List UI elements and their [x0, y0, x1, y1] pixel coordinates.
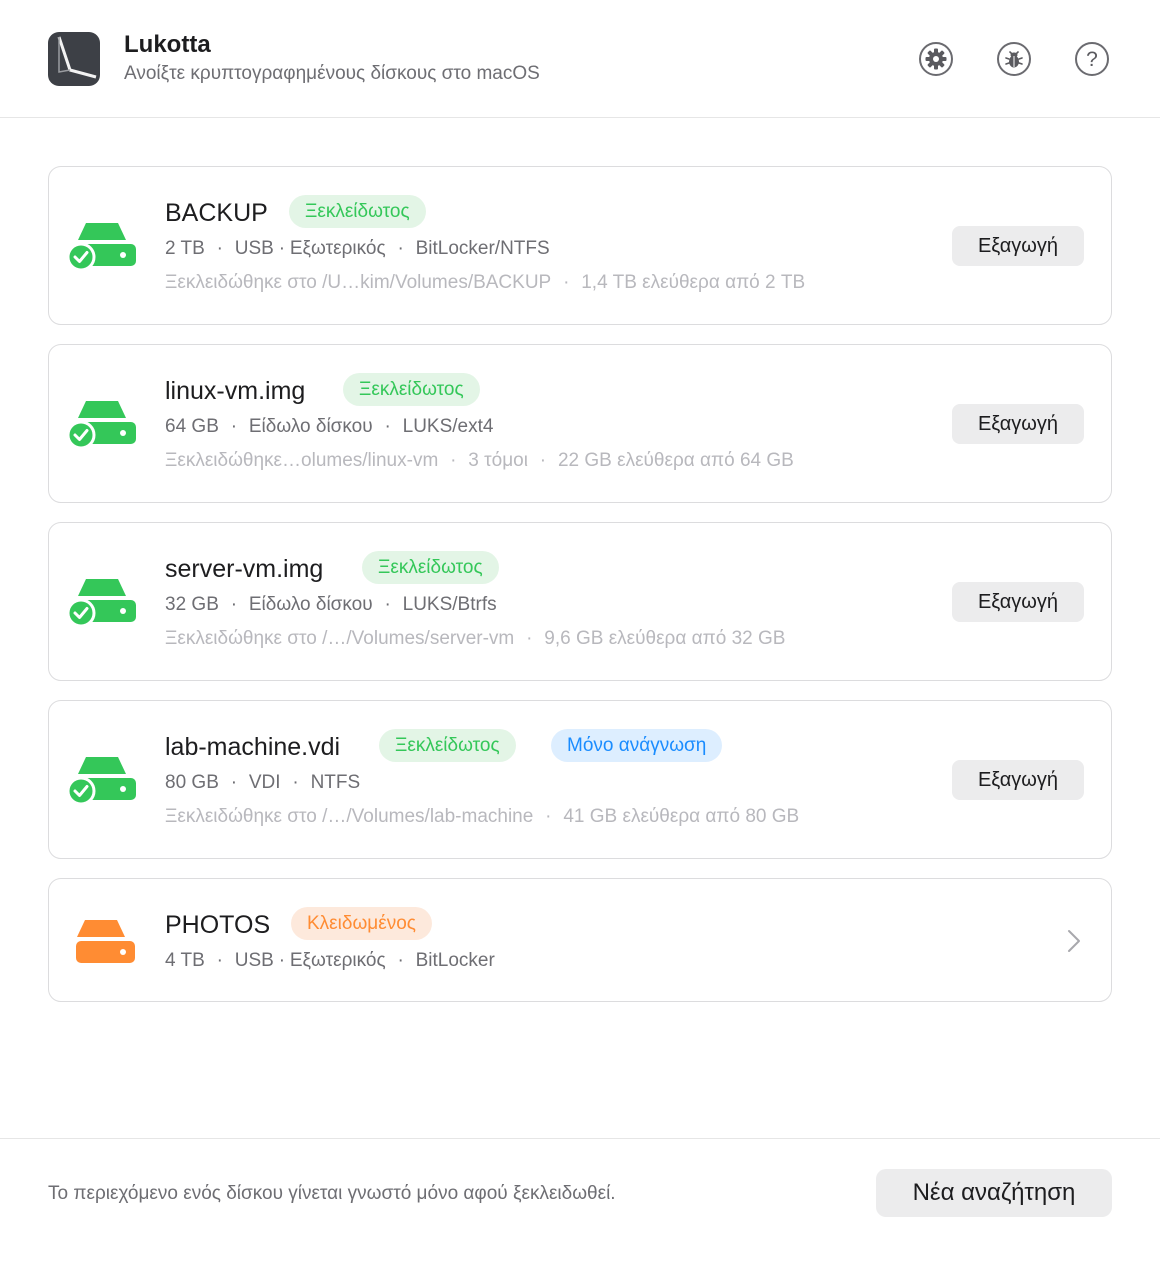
help-button[interactable]: ?: [1075, 42, 1109, 76]
help-icon: ?: [1086, 47, 1098, 71]
free-space: 41 GB ελεύθερα από 80 GB: [563, 806, 800, 827]
drive-unlocked-icon: [66, 223, 136, 272]
status-badge: Ξεκλείδωτος: [289, 195, 426, 228]
mount-path: Ξεκλειδώθηκε στο /…/Volumes/server-vm: [165, 628, 515, 649]
drive-type: Είδωλο δίσκου: [248, 594, 373, 615]
drive-size: 80 GB: [165, 772, 219, 793]
drive-connection: USB: [234, 950, 274, 971]
report-bug-button[interactable]: [997, 42, 1031, 76]
volume-count: 3 τόμοι: [468, 450, 528, 471]
mount-path: Ξεκλειδώθηκε στο /…/Volumes/lab-machine: [165, 806, 534, 827]
chevron-right-icon[interactable]: [1067, 929, 1081, 953]
drive-location: Εξωτερικός: [289, 238, 386, 259]
free-space: 9,6 GB ελεύθερα από 32 GB: [544, 628, 786, 649]
drive-mount-info: Ξεκλειδώθηκε στο /…/Volumes/lab-machine ·…: [165, 806, 800, 827]
drive-format: BitLocker: [415, 950, 495, 971]
drive-mount-info: Ξεκλειδώθηκε…olumes/linux-vm · 3 τόμοι · 22 …: [165, 450, 794, 471]
drive-card-backup[interactable]: BACKUP Ξεκλείδωτος 2 TB · USB · Εξωτερικός · B…: [48, 166, 1112, 325]
drive-type: Είδωλο δίσκου: [248, 416, 373, 437]
eject-button[interactable]: Εξαγωγή: [952, 226, 1084, 266]
drive-unlocked-icon: [66, 579, 136, 628]
status-badge: Κλειδωμένος: [291, 907, 432, 940]
drive-location: Εξωτερικός: [289, 950, 386, 971]
app-subtitle: Ανοίξτε κρυπτογραφημένους δίσκους στο ma…: [124, 63, 540, 84]
app-header: Lukotta Ανοίξτε κρυπτογραφημένους δίσκου…: [0, 0, 1160, 118]
drive-size: 2 TB: [165, 238, 205, 259]
drive-format: BitLocker/NTFS: [415, 238, 550, 259]
drive-name: PHOTOS: [165, 911, 271, 939]
drive-type: VDI: [248, 772, 281, 793]
status-badge: Ξεκλείδωτος: [379, 729, 516, 762]
status-badge: Ξεκλείδωτος: [362, 551, 499, 584]
drive-format: NTFS: [310, 772, 361, 793]
settings-gear-icon: [925, 48, 947, 70]
app-title: Lukotta: [124, 31, 211, 58]
drive-meta: 80 GB · VDI · NTFS: [165, 772, 361, 793]
drive-size: 32 GB: [165, 594, 219, 615]
new-search-button[interactable]: Νέα αναζήτηση: [876, 1169, 1112, 1217]
bug-icon: [1005, 51, 1023, 68]
free-space: 22 GB ελεύθερα από 64 GB: [557, 450, 794, 471]
app-logo-icon: [48, 32, 100, 86]
mount-path: Ξεκλειδώθηκε στο /U…kim/Volumes/BACKUP: [165, 272, 552, 293]
drive-unlocked-icon: [66, 401, 136, 450]
drive-name: lab-machine.vdi: [165, 733, 341, 761]
drive-card-server-vm[interactable]: server-vm.img Ξεκλείδωτος 32 GB · Είδωλο δ…: [48, 522, 1112, 681]
readonly-badge: Μόνο ανάγνωση: [551, 729, 723, 762]
eject-button[interactable]: Εξαγωγή: [952, 582, 1084, 622]
drive-card-linux-vm[interactable]: linux-vm.img Ξεκλείδωτος 64 GB · Είδωλο δί…: [48, 344, 1112, 503]
drive-unlocked-icon: [66, 757, 136, 806]
drive-meta: 4 TB · USB · Εξωτερικός · BitLocker: [165, 950, 495, 971]
drive-name: BACKUP: [165, 199, 268, 227]
app-footer: Το περιεχόμενο ενός δίσκου γίνεται γνωστ…: [0, 1138, 1160, 1264]
drive-connection: USB: [234, 238, 274, 259]
drive-mount-info: Ξεκλειδώθηκε στο /…/Volumes/server-vm · 9,…: [165, 628, 786, 649]
status-badge: Ξεκλείδωτος: [343, 373, 480, 406]
drive-format: LUKS/ext4: [402, 416, 494, 437]
settings-button[interactable]: [919, 42, 953, 76]
drive-meta: 2 TB · USB · Εξωτερικός · BitLocker/NTFS: [165, 238, 550, 259]
drive-name: server-vm.img: [165, 555, 324, 583]
drive-format: LUKS/Btrfs: [402, 594, 497, 615]
drive-size: 4 TB: [165, 950, 205, 971]
drive-locked-icon: [76, 920, 135, 963]
footer-note: Το περιεχόμενο ενός δίσκου γίνεται γνωστ…: [48, 1183, 616, 1204]
drive-name: linux-vm.img: [165, 377, 306, 405]
eject-button[interactable]: Εξαγωγή: [952, 760, 1084, 800]
free-space: 1,4 TB ελεύθερα από 2 TB: [581, 272, 806, 293]
drive-meta: 64 GB · Είδωλο δίσκου · LUKS/ext4: [165, 416, 494, 437]
eject-button[interactable]: Εξαγωγή: [952, 404, 1084, 444]
drive-mount-info: Ξεκλειδώθηκε στο /U…kim/Volumes/BACKUP · 1…: [165, 272, 806, 293]
drive-meta: 32 GB · Είδωλο δίσκου · LUKS/Btrfs: [165, 594, 497, 615]
mount-path: Ξεκλειδώθηκε…olumes/linux-vm: [165, 450, 439, 471]
drive-size: 64 GB: [165, 416, 219, 437]
drive-card-photos[interactable]: PHOTOS Κλειδωμένος 4 TB · USB · Εξωτερικός · B…: [48, 878, 1112, 1002]
drive-card-lab-machine[interactable]: lab-machine.vdi Ξεκλείδωτος Μόνο ανάγνωσ…: [48, 700, 1112, 859]
